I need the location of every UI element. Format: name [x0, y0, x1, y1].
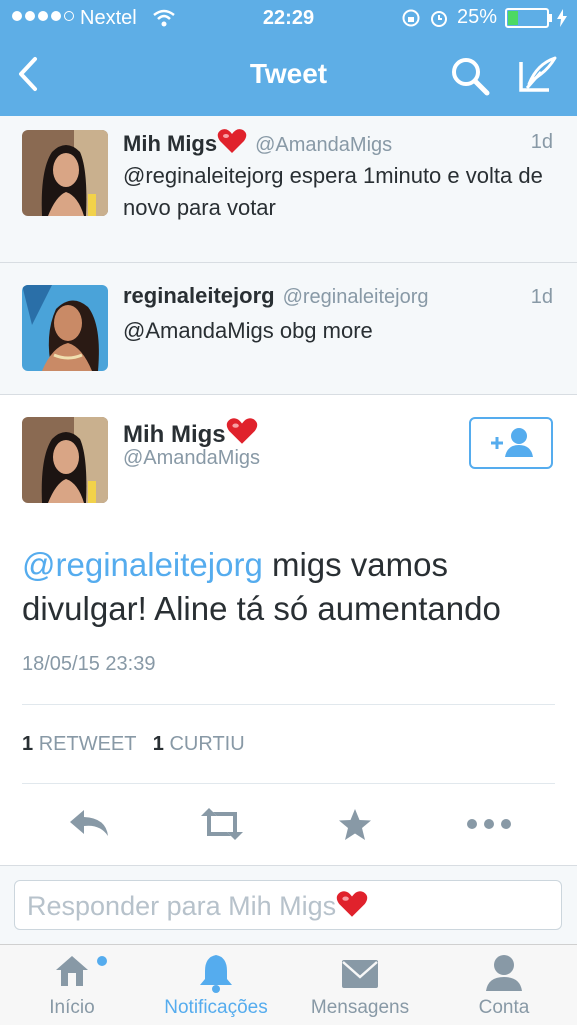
retweet-label[interactable]: RETWEET [39, 733, 136, 755]
tab-label: Conta [478, 997, 530, 1018]
page-title: Tweet [249, 58, 328, 89]
main-tweet: Mih Migs @AmandaMigs @reginaleitejorg mi… [0, 395, 577, 865]
reply-icon[interactable] [68, 808, 110, 838]
rotation-lock-icon [402, 9, 420, 26]
top-bar: Nextel 22:29 25% Tweet [0, 0, 577, 116]
like-count[interactable]: 1 [153, 733, 164, 755]
divider [22, 704, 555, 705]
bell-icon [200, 955, 232, 993]
compose-icon[interactable] [517, 54, 559, 94]
tab-messages[interactable]: Mensagens [288, 945, 432, 1025]
follow-button[interactable] [469, 417, 553, 469]
account-icon [486, 955, 522, 991]
tab-notifications[interactable]: Notificações [144, 945, 288, 1025]
author-name[interactable]: Mih Migs [123, 131, 217, 156]
tweet-text: @reginaleitejorg espera 1minuto e volta … [123, 163, 543, 220]
tweet-text: @reginaleitejorg migs vamos divulgar! Al… [22, 543, 562, 631]
home-icon [56, 956, 88, 986]
avatar[interactable] [22, 130, 108, 216]
action-bar [0, 800, 577, 850]
tab-home[interactable]: Início [0, 945, 144, 1025]
battery-icon [505, 7, 552, 28]
heart-emoji-icon [336, 891, 368, 917]
favorite-icon[interactable] [337, 808, 373, 842]
tab-label: Mensagens [310, 997, 410, 1018]
author-line[interactable]: reginaleitejorg @reginaleitejorg [123, 283, 429, 309]
tab-account[interactable]: Conta [432, 945, 576, 1025]
search-icon[interactable] [450, 56, 490, 96]
add-user-icon [491, 428, 533, 457]
divider [22, 783, 555, 784]
battery-percent: 25% [456, 6, 497, 28]
author-handle[interactable]: @AmandaMigs [255, 134, 392, 156]
like-label[interactable]: CURTIU [169, 733, 244, 755]
engagement-counts: 1 RETWEET 1 CURTIU [22, 733, 245, 756]
tab-bar: Início Notificações Mensagens Conta [0, 944, 577, 1025]
reply-tweet[interactable]: Mih Migs @AmandaMigs 1d @reginaleitejorg … [0, 116, 577, 263]
charging-icon [557, 8, 567, 27]
heart-emoji-icon [217, 129, 247, 153]
notification-dot [97, 956, 107, 966]
author-handle[interactable]: @reginaleitejorg [283, 286, 429, 308]
reply-tweet[interactable]: reginaleitejorg @reginaleitejorg 1d @Aman… [0, 263, 577, 395]
author-handle[interactable]: @AmandaMigs [123, 447, 260, 470]
author-line[interactable]: Mih Migs @AmandaMigs [123, 128, 392, 157]
avatar[interactable] [22, 285, 108, 371]
reply-placeholder: Responder para Mih Migs [27, 891, 337, 921]
tweet-date: 18/05/15 23:39 [22, 653, 156, 675]
reply-input[interactable]: Responder para Mih Migs [14, 880, 562, 930]
more-icon[interactable] [466, 818, 512, 830]
alarm-icon [430, 10, 447, 27]
status-bar: Nextel 22:29 25% [0, 0, 577, 38]
author-name[interactable]: Mih Migs [123, 421, 226, 448]
reply-bar: Responder para Mih Migs [0, 865, 577, 945]
author-name-line[interactable]: Mih Migs [123, 417, 258, 449]
retweet-count[interactable]: 1 [22, 733, 33, 755]
avatar[interactable] [22, 417, 108, 503]
tweet-time: 1d [530, 286, 553, 308]
heart-emoji-icon [226, 418, 257, 444]
tweet-time: 1d [530, 131, 553, 153]
tab-label: Notificações [164, 997, 268, 1018]
author-name[interactable]: reginaleitejorg [123, 283, 275, 308]
mention-link[interactable]: @reginaleitejorg [22, 546, 263, 583]
tweet-text: @AmandaMigs obg more [123, 318, 373, 343]
envelope-icon [342, 960, 378, 988]
tab-label: Início [49, 997, 95, 1018]
retweet-icon[interactable] [197, 808, 247, 840]
